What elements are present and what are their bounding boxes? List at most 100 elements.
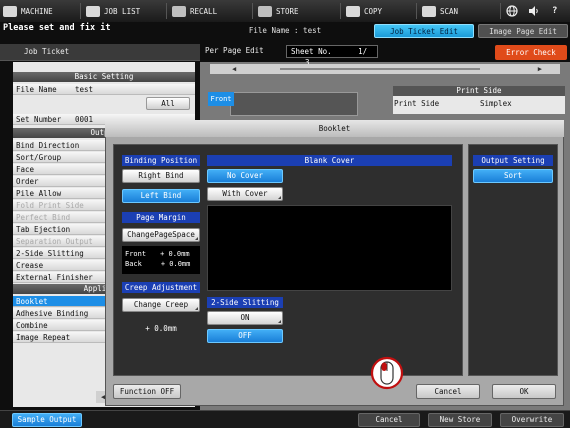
nav-machine-label: MACHINE [21, 6, 53, 16]
function-off-button[interactable]: Function OFF [113, 384, 181, 399]
speaker-button[interactable] [528, 3, 540, 19]
recall-icon [172, 5, 186, 17]
list-item-label: 2-Side Slitting [16, 249, 84, 258]
output-setting-title: Output Setting [473, 155, 553, 166]
left-bind-button[interactable]: Left Bind [122, 189, 200, 203]
change-page-space-label: ChangePageSpace [127, 230, 195, 239]
creep-adjustment-title: Creep Adjustment [122, 282, 200, 293]
print-side-value: Simplex [480, 99, 512, 108]
change-page-space-button[interactable]: ChangePageSpace [122, 228, 200, 242]
list-item-label: Image Repeat [16, 333, 71, 342]
globe-icon [506, 5, 518, 17]
no-cover-label: No Cover [226, 171, 264, 180]
with-cover-button[interactable]: With Cover [207, 187, 283, 201]
list-item-label: Sort/Group [16, 153, 62, 162]
blank-cover-title: Blank Cover [207, 155, 452, 166]
scroll-left-icon[interactable]: ◀ [232, 65, 236, 73]
error-check-button[interactable]: Error Check [495, 45, 567, 60]
nav-job-list-label: JOB LIST [104, 6, 141, 16]
sheet-number-label: Sheet No. [291, 47, 332, 56]
dialog-cancel-button[interactable]: Cancel [416, 384, 480, 399]
nav-store[interactable]: STORE [258, 3, 299, 19]
right-bind-label: Right Bind [138, 171, 184, 180]
basic-setting-section: Basic Setting [13, 72, 195, 82]
creep-value: + 0.0mm [122, 318, 200, 340]
page-margin-values: Front + 0.0mm Back + 0.0mm [122, 246, 200, 274]
scroll-thumb[interactable] [280, 68, 480, 70]
machine-icon [3, 5, 17, 17]
nav-copy-label: COPY [364, 6, 383, 16]
copy-icon [346, 5, 360, 17]
preview-scrollbar[interactable]: ◀ ▶ [210, 64, 560, 74]
list-item-label: Set Number [16, 115, 62, 124]
nav-machine[interactable]: MACHINE [3, 3, 53, 19]
right-bind-button[interactable]: Right Bind [122, 169, 200, 183]
scroll-right-icon[interactable]: ▶ [538, 65, 542, 73]
list-item-label: Tab Ejection [16, 225, 71, 234]
back-margin-label: Back [125, 260, 142, 268]
no-cover-button[interactable]: No Cover [207, 169, 283, 183]
nav-job-list[interactable]: JOB LIST [86, 3, 140, 19]
list-item-label: Order [16, 177, 39, 186]
overwrite-button[interactable]: Overwrite [500, 413, 564, 427]
list-item-label: Perfect Bind [16, 213, 71, 222]
slitting-on-button[interactable]: ON [207, 311, 283, 325]
slitting-on-label: ON [240, 313, 250, 322]
nav-copy[interactable]: COPY [346, 3, 382, 19]
nav-recall[interactable]: RECALL [172, 3, 217, 19]
tab-image-page-edit[interactable]: Image Page Edit [478, 24, 568, 38]
two-side-slitting-title: 2-Side Slitting [207, 297, 283, 308]
nav-store-label: STORE [276, 6, 299, 16]
slitting-off-button[interactable]: OFF [207, 329, 283, 343]
sheet-number-field[interactable]: Sheet No. 1/ 3 [286, 45, 378, 67]
job-ticket-title: Job Ticket [24, 47, 70, 56]
globe-button[interactable] [506, 3, 518, 19]
front-side-label[interactable]: Front [208, 92, 234, 106]
per-page-edit-label: Per Page Edit [205, 46, 264, 55]
front-margin-value: + 0.0mm [160, 250, 190, 258]
cancel-button[interactable]: Cancel [358, 413, 420, 427]
store-icon [258, 5, 272, 17]
print-side-label: Print Side [394, 99, 440, 108]
left-bind-label: Left Bind [140, 191, 182, 200]
slitting-off-label: OFF [238, 331, 252, 340]
list-item-file-name[interactable]: File Name test [13, 84, 195, 95]
list-item-value: test [75, 85, 94, 94]
list-item-label: Crease [16, 261, 44, 270]
nav-scan[interactable]: SCAN [422, 3, 458, 19]
list-item-label: Pile Allow [16, 189, 62, 198]
sort-button[interactable]: Sort [473, 169, 553, 183]
change-creep-button[interactable]: Change Creep [122, 298, 200, 312]
list-item-value: 0001 [75, 115, 94, 124]
top-navigation-bar: MACHINE JOB LIST RECALL STORE COPY SCAN … [0, 0, 570, 22]
help-icon: ? [552, 6, 558, 16]
file-name-display: File Name : test [248, 26, 322, 35]
status-message: Please set and fix it [3, 23, 111, 33]
binding-position-title: Binding Position [122, 155, 200, 166]
list-item-label: Adhesive Binding [16, 309, 89, 318]
front-margin-label: Front [125, 250, 147, 258]
dialog-title: Booklet [105, 120, 564, 137]
mouse-cursor-icon [370, 356, 404, 390]
list-item-label: Face [16, 165, 35, 174]
dialog-ok-button[interactable]: OK [492, 384, 556, 399]
job-ticket-header: Job Ticket [0, 44, 200, 61]
list-item-label: Booklet [16, 297, 48, 306]
help-button[interactable]: ? [552, 3, 557, 19]
page-thumbnail[interactable] [230, 92, 358, 116]
with-cover-label: With Cover [222, 189, 268, 198]
job-list-icon [86, 5, 100, 17]
all-button[interactable]: All [146, 97, 190, 110]
list-item-label: Combine [16, 321, 48, 330]
page-margin-title: Page Margin [122, 212, 200, 223]
list-item-label: Fold Print Side [16, 201, 84, 210]
list-item-label: File Name [16, 85, 57, 94]
print-side-title: Print Side [393, 86, 565, 96]
list-item-label: Separation Output [16, 237, 93, 246]
sample-output-button[interactable]: Sample Output [12, 413, 82, 427]
cover-preview-area [207, 205, 452, 291]
tab-job-ticket-edit[interactable]: Job Ticket Edit [374, 24, 474, 38]
list-item-label: External Finisher [16, 273, 93, 282]
new-store-button[interactable]: New Store [428, 413, 492, 427]
speaker-icon [529, 6, 538, 16]
